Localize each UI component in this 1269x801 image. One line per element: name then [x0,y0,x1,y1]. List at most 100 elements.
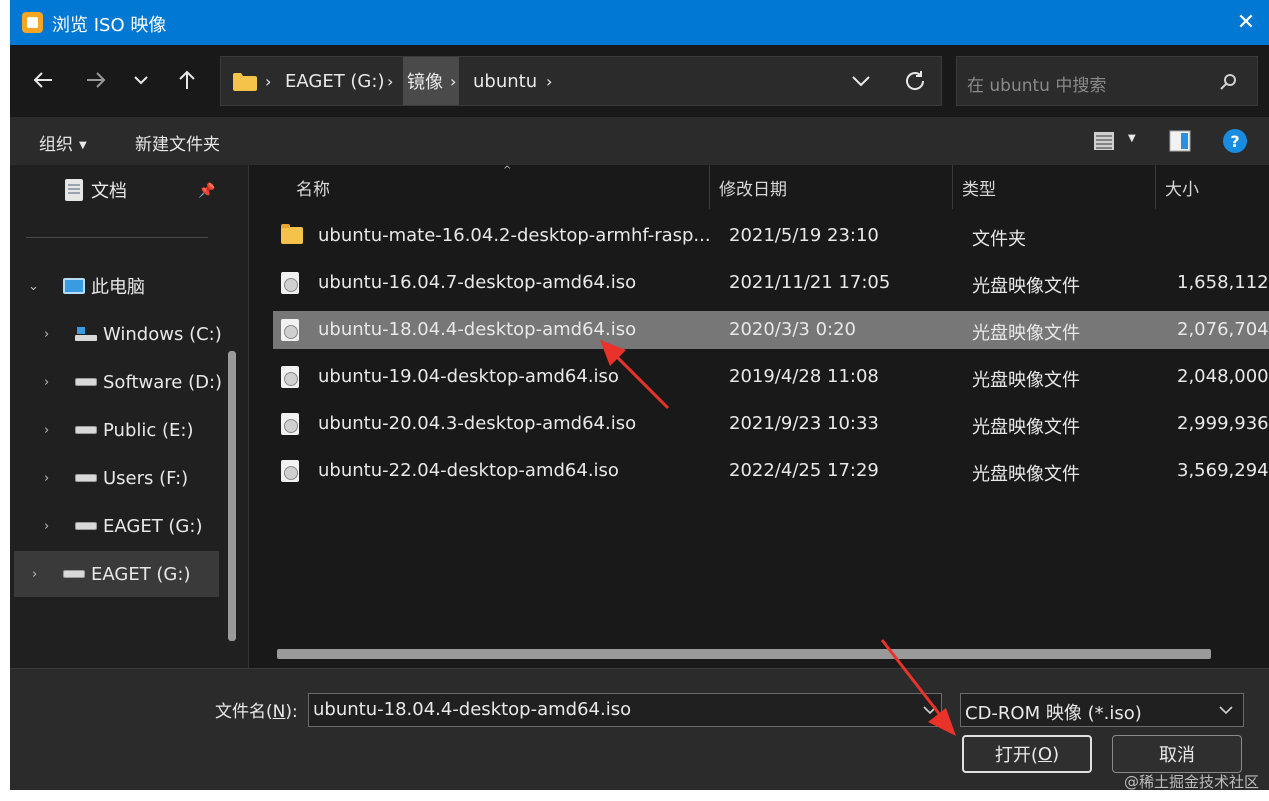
file-row[interactable]: ubuntu-19.04-desktop-amd64.iso 2019/4/28… [273,358,1269,396]
open-button[interactable]: 打开(O) [962,735,1092,773]
column-header-size[interactable]: 大小 [1165,165,1199,209]
search-placeholder: 在 ubuntu 中搜索 [967,76,1107,96]
file-size: 2,048,000 K [1177,366,1269,387]
sidebar-item-drive-e[interactable]: › Public (E:) [10,407,230,453]
preview-pane-icon[interactable] [1168,129,1192,153]
watermark: @稀土掘金技术社区 [1123,773,1259,791]
file-date: 2022/4/25 17:29 [729,460,879,481]
chevron-down-icon[interactable] [849,71,873,91]
file-type-value: CD-ROM 映像 (*.iso) [965,703,1142,724]
file-row[interactable]: ubuntu-16.04.7-desktop-amd64.iso 2021/11… [273,264,1269,302]
close-button[interactable]: ✕ [1223,0,1269,45]
breadcrumb-separator[interactable]: › [546,57,552,105]
address-bar[interactable]: › EAGET (G:) › 镜像 › ubuntu › [220,56,942,106]
file-size: 1,658,112 K [1177,272,1269,293]
chevron-right-icon[interactable]: › [44,327,49,342]
file-row[interactable]: ubuntu-22.04-desktop-amd64.iso 2022/4/25… [273,452,1269,490]
disc-image-icon [281,319,299,341]
file-date: 2020/3/3 0:20 [729,319,856,340]
breadcrumb-drive[interactable]: EAGET (G:) [285,57,384,105]
file-name: ubuntu-18.04.4-desktop-amd64.iso [318,319,637,340]
disc-image-icon [281,272,299,294]
disc-image-icon [281,366,299,388]
caret-down-icon: ▼ [79,139,87,151]
chevron-down-icon[interactable] [921,700,939,718]
chevron-down-icon [1219,706,1233,715]
column-header-date[interactable]: 修改日期 [719,165,787,209]
sidebar-item-this-pc[interactable]: ⌄ 此电脑 [10,263,230,309]
open-accesskey: O [1037,743,1053,765]
chevron-right-icon[interactable]: › [44,423,49,438]
file-row[interactable]: ubuntu-mate-16.04.2-desktop-armhf-rasp..… [273,217,1269,255]
file-type-select[interactable]: CD-ROM 映像 (*.iso) [960,693,1244,727]
drive-icon [75,426,97,434]
refresh-icon[interactable] [903,69,927,93]
recent-locations-button[interactable] [124,63,158,97]
file-name: ubuntu-20.04.3-desktop-amd64.iso [318,413,637,434]
file-row-selected[interactable]: ubuntu-18.04.4-desktop-amd64.iso 2020/3/… [273,311,1269,349]
column-header-name[interactable]: 名称 [296,165,330,209]
forward-arrow-icon [87,72,106,88]
caret-down-icon[interactable]: ▼ [1128,133,1136,144]
column-divider[interactable] [952,165,953,209]
navigation-bar: › EAGET (G:) › 镜像 › ubuntu › 在 ubuntu 中搜… [10,45,1269,117]
sidebar-item-drive-d[interactable]: › Software (D:) [10,359,230,405]
document-icon [65,179,83,201]
chevron-right-icon[interactable]: › [44,375,49,390]
breadcrumb-separator[interactable]: › [265,57,271,105]
filename-label: 文件名(N): [215,697,298,722]
sidebar-item-label: EAGET (G:) [103,515,203,537]
breadcrumb-current[interactable]: ubuntu [473,57,537,105]
breadcrumb-separator[interactable]: › [387,57,393,105]
filename-label-suffix: ): [285,702,298,722]
file-type: 光盘映像文件 [972,323,1080,344]
back-button[interactable] [26,63,60,97]
chevron-right-icon[interactable]: › [32,567,37,582]
chevron-down-icon[interactable]: ⌄ [28,279,39,294]
sidebar-scrollbar[interactable] [228,351,236,641]
column-header-type[interactable]: 类型 [962,165,996,209]
breadcrumb-separator[interactable]: › [447,57,460,105]
sidebar-item-label: 此电脑 [91,277,145,298]
file-name: ubuntu-16.04.7-desktop-amd64.iso [318,272,637,293]
cancel-button[interactable]: 取消 [1112,735,1242,773]
file-row[interactable]: ubuntu-20.04.3-desktop-amd64.iso 2021/9/… [273,405,1269,443]
up-button[interactable] [170,63,204,97]
title-bar: 浏览 ISO 映像 ✕ [10,0,1269,45]
up-arrow-icon [179,70,195,89]
windows-drive-icon [75,327,97,341]
navigation-pane: 文档 📌 ⌄ 此电脑 › Windows (C:) › Software (D:… [10,165,248,668]
filename-field[interactable]: ubuntu-18.04.4-desktop-amd64.iso [308,693,942,727]
search-input[interactable]: 在 ubuntu 中搜索 [956,56,1258,106]
sidebar-item-drive-f[interactable]: › Users (F:) [10,455,230,501]
sidebar-item-label: Windows (C:) [103,323,222,345]
file-size: 2,076,704 K [1177,319,1269,340]
view-options-icon[interactable] [1092,129,1116,153]
sidebar-item-drive-g[interactable]: › EAGET (G:) [10,503,230,549]
file-date: 2021/5/19 23:10 [729,225,879,246]
pin-icon[interactable]: 📌 [198,183,215,199]
sidebar-item-label: Public (E:) [103,419,194,441]
sidebar-item-removable-g[interactable]: › EAGET (G:) [14,551,219,597]
horizontal-scrollbar[interactable] [277,649,1211,659]
sidebar-item-drive-c[interactable]: › Windows (C:) [10,311,230,357]
file-list: ^ 名称 修改日期 类型 大小 ubuntu-mate-16.04.2-desk… [249,165,1269,668]
breadcrumb-folder[interactable]: 镜像 [403,57,447,105]
file-type: 光盘映像文件 [972,276,1080,297]
column-divider[interactable] [1155,165,1156,209]
search-icon[interactable] [1219,73,1237,91]
chevron-right-icon[interactable]: › [44,471,49,486]
sidebar-divider [26,237,208,238]
help-icon[interactable]: ? [1223,129,1247,153]
organize-menu[interactable]: 组织 ▼ [39,130,87,155]
chevron-down-icon [134,76,148,85]
disc-image-icon [281,460,299,482]
new-folder-button[interactable]: 新建文件夹 [135,130,220,155]
forward-button[interactable] [79,63,113,97]
sidebar-item-documents[interactable]: 文档 📌 [10,167,230,213]
file-date: 2021/9/23 10:33 [729,413,879,434]
chevron-right-icon[interactable]: › [44,519,49,534]
command-bar: 组织 ▼ 新建文件夹 ▼ ? [10,117,1269,165]
column-divider[interactable] [709,165,710,209]
sidebar-item-label: 文档 [91,181,127,202]
